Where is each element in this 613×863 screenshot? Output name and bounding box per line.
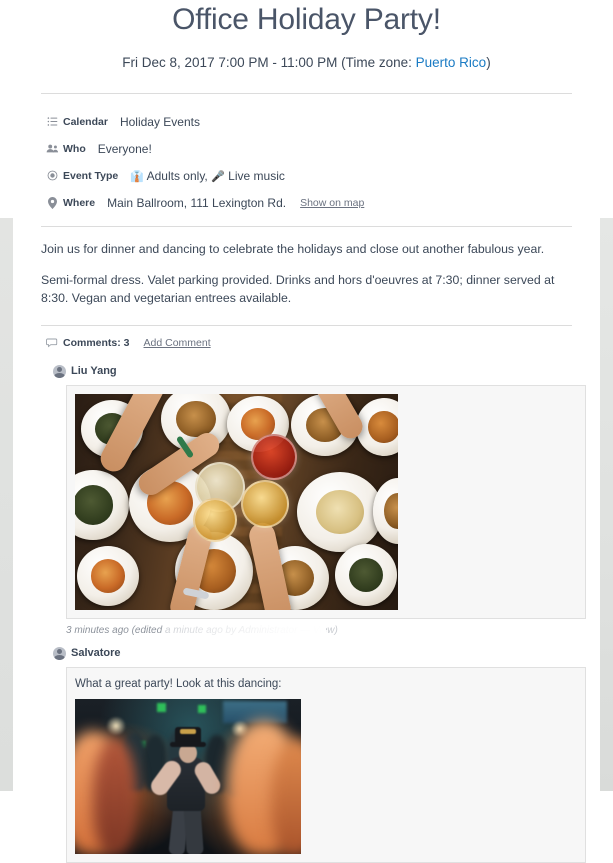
detail-row-where: Where Main Ballroom, 111 Lexington Rd. S… xyxy=(41,189,572,216)
comment-author-name: Salvatore xyxy=(71,647,121,659)
detail-label-where: Where xyxy=(63,196,96,209)
people-icon xyxy=(41,143,63,154)
detail-row-event-type: Event Type 👔 Adults only, 🎤 Live music xyxy=(41,162,572,189)
description-paragraph-2: Semi-formal dress. Valet parking provide… xyxy=(41,273,555,305)
add-comment-link[interactable]: Add Comment xyxy=(144,337,211,349)
detail-value-event-type: 👔 Adults only, 🎤 Live music xyxy=(130,169,285,183)
pin-icon xyxy=(41,196,63,209)
page-title: Office Holiday Party! xyxy=(172,3,441,36)
radio-icon xyxy=(41,170,63,181)
comment-body-text: What a great party! Look at this dancing… xyxy=(75,678,282,690)
comment-item: Salvatore What a great party! Look at th… xyxy=(41,644,586,863)
header-divider xyxy=(41,93,572,94)
event-page: Office Holiday Party! Fri Dec 8, 2017 7:… xyxy=(13,0,600,863)
description-paragraph-1: Join us for dinner and dancing to celebr… xyxy=(41,242,545,256)
comments-header: Comments: 3 Add Comment xyxy=(41,330,572,356)
detail-label-who: Who xyxy=(63,142,86,155)
show-on-map-link[interactable]: Show on map xyxy=(300,197,364,209)
detail-value-who: Everyone! xyxy=(97,141,152,156)
event-type-part-2: Live music xyxy=(228,168,285,183)
comment-card: What a great party! Look at this dancing… xyxy=(66,667,586,863)
event-datetime-suffix: ) xyxy=(486,55,491,70)
comment-author-row: Salvatore xyxy=(53,644,572,662)
right-page-gutter xyxy=(600,218,613,791)
description-divider xyxy=(41,325,572,326)
comment-timestamp-visible: 3 minutes ago (edited xyxy=(66,625,163,636)
comment-item: Liu Yang 3 minutes ago (edited a minute … xyxy=(41,362,586,638)
comments-count: Comments: 3 xyxy=(63,337,130,349)
comment-bubble-icon xyxy=(41,338,63,349)
comment-author-name: Liu Yang xyxy=(71,365,117,377)
detail-value-calendar: Holiday Events xyxy=(119,114,200,129)
comment-timestamp-faded: a minute ago by Administrator — View) xyxy=(162,625,338,636)
comment-author-row: Liu Yang xyxy=(53,362,572,380)
detail-row-calendar: Calendar Holiday Events xyxy=(41,108,572,135)
necktie-emoji-icon: 👔 xyxy=(130,170,144,183)
dinner-table-cheers-photo[interactable] xyxy=(75,394,398,610)
detail-label-event-type: Event Type xyxy=(63,169,119,182)
microphone-emoji-icon: 🎤 xyxy=(211,170,225,183)
comment-card xyxy=(66,385,586,619)
event-datetime: Fri Dec 8, 2017 7:00 PM - 11:00 PM (Time… xyxy=(41,54,572,72)
event-datetime-prefix: Fri Dec 8, 2017 7:00 PM - 11:00 PM (Time… xyxy=(122,55,416,70)
event-type-part-1: Adults only, xyxy=(146,168,208,183)
event-details: Calendar Holiday Events Who Everyone! Ev… xyxy=(41,108,572,216)
left-page-gutter xyxy=(0,218,13,791)
comment-timestamp: 3 minutes ago (edited a minute ago by Ad… xyxy=(66,625,338,636)
avatar xyxy=(53,646,66,660)
event-description: Join us for dinner and dancing to celebr… xyxy=(41,240,572,307)
detail-label-calendar: Calendar xyxy=(63,115,108,128)
details-divider xyxy=(41,226,572,227)
detail-row-who: Who Everyone! xyxy=(41,135,572,162)
timezone-link[interactable]: Puerto Rico xyxy=(416,55,487,70)
list-icon xyxy=(41,116,63,127)
detail-value-where: Main Ballroom, 111 Lexington Rd. xyxy=(107,195,287,210)
avatar xyxy=(53,364,66,378)
dance-floor-photo[interactable] xyxy=(75,699,301,854)
